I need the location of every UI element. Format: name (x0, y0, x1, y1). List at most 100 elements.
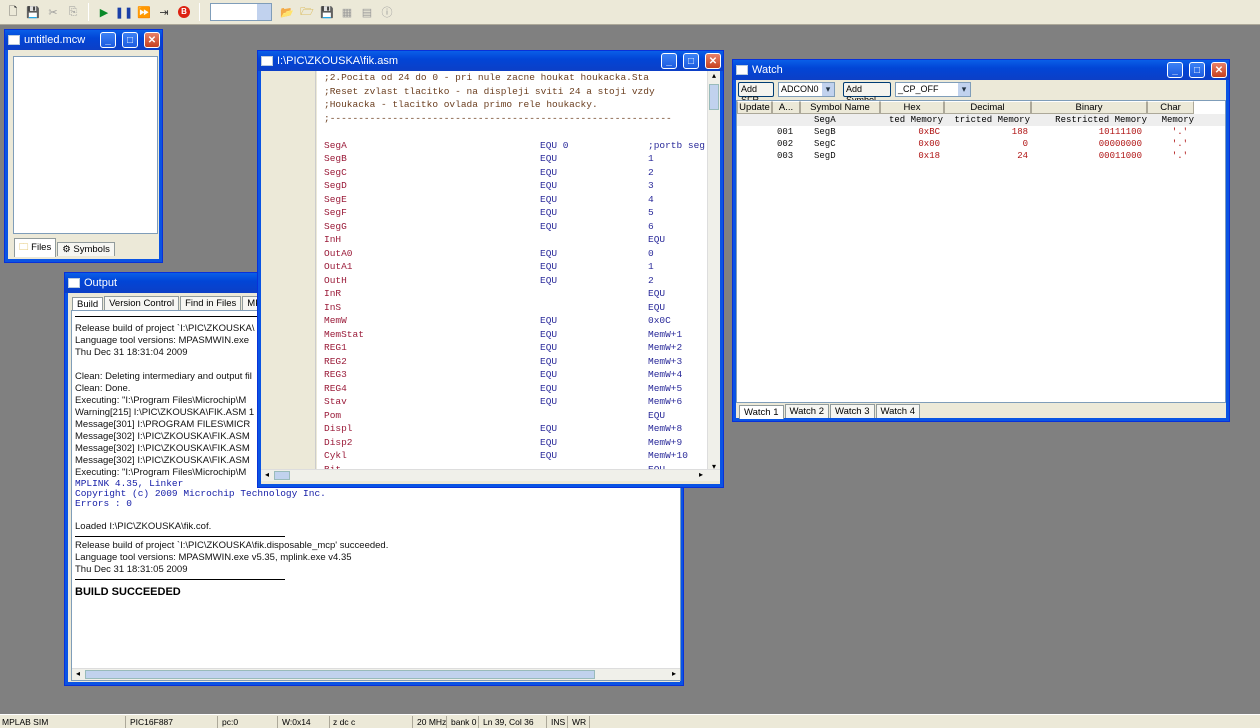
close-button[interactable]: ✕ (144, 32, 160, 48)
new-file-icon[interactable]: 🗋 (4, 3, 22, 21)
tab-watch-1[interactable]: Watch 1 (739, 405, 784, 419)
workspace-tabs: 🗀 Files ⚙ Symbols (14, 237, 115, 257)
col-decimal[interactable]: Decimal (944, 101, 1031, 114)
editor-titlebar[interactable]: I:\PIC\ZKOUSKA\fik.asm _ □ ✕ (258, 51, 723, 71)
workspace-titlebar[interactable]: untitled.mcw _ □ ✕ (5, 30, 162, 50)
animate-icon[interactable]: ⏩ (135, 3, 153, 21)
code-token-b: MemW+8 (648, 423, 683, 434)
open-folder-icon[interactable]: 🗁 (298, 3, 316, 21)
tab-symbols[interactable]: ⚙ Symbols (57, 242, 115, 256)
maximize-button[interactable]: □ (122, 32, 138, 48)
maximize-button[interactable]: □ (1189, 62, 1205, 78)
tab-watch-3[interactable]: Watch 3 (830, 404, 875, 418)
build-config-combo[interactable] (210, 3, 272, 21)
col-address[interactable]: A... (772, 101, 800, 114)
open-project-icon[interactable]: 📂 (278, 3, 296, 21)
workspace-tree[interactable] (13, 56, 158, 234)
add-sfr-button[interactable]: Add SFR (738, 82, 774, 105)
code-token-a: EQU 0 (540, 139, 569, 151)
status-w: W:0x14 (280, 716, 330, 728)
editor-code-area[interactable]: ;2.Pocita od 24 do 0 - pri nule zacne ho… (317, 71, 713, 471)
maximize-button[interactable]: □ (683, 53, 699, 69)
save-project-icon[interactable]: 💾 (318, 3, 336, 21)
info-icon[interactable]: ⓘ (378, 3, 396, 21)
col-update[interactable]: Update (737, 101, 772, 114)
code-token-a: EQU (540, 396, 558, 407)
tab-build[interactable]: Build (72, 297, 104, 311)
code-token-label: SegG (324, 220, 347, 232)
watch-row[interactable]: 003 SegD 0x18 24 00011000 '.' (737, 150, 1225, 162)
scroll-up-arrow[interactable]: ▴ (708, 71, 720, 80)
watch-cell-dec: 24 (1017, 151, 1028, 161)
col-symbol-name[interactable]: Symbol Name (800, 101, 880, 114)
sfr-select[interactable]: ADCON0 (778, 82, 835, 97)
tab-watch-4[interactable]: Watch 4 (875, 404, 920, 418)
code-token-a: EQU (540, 193, 558, 205)
tab-find-in-files[interactable]: Find in Files (180, 296, 242, 310)
watch-row[interactable]: 002 SegC 0x00 0 00000000 '.' (737, 138, 1225, 150)
col-char[interactable]: Char (1147, 101, 1194, 114)
close-button[interactable]: ✕ (705, 53, 721, 69)
code-token-b: MemW+3 (648, 355, 683, 367)
code-comment-line: ;Houkacka - tlacitko ovlada primo rele h… (324, 99, 598, 110)
code-token-b: MemW+6 (648, 396, 683, 407)
close-button[interactable]: ✕ (1211, 62, 1227, 78)
code-token-a: EQU (540, 436, 558, 448)
watch-window: Watch _ □ ✕ Add SFR ADCON0 Add Symbol _C… (733, 60, 1229, 421)
code-token-label: InH (324, 234, 342, 245)
editor-vscrollbar[interactable]: ▴ ▾ (707, 71, 720, 471)
tab-watch-2[interactable]: Watch 2 (784, 404, 829, 418)
code-token-label: REG1 (324, 342, 347, 353)
scroll-right-arrow[interactable]: ▸ (696, 470, 706, 481)
build-icon[interactable]: ▦ (338, 3, 356, 21)
code-token-a: EQU (540, 382, 558, 394)
watch-row-decimal: tricted Memory (954, 115, 1030, 125)
symbol-select[interactable]: _CP_OFF (895, 82, 971, 97)
minimize-button[interactable]: _ (100, 32, 116, 48)
status-debugger: MPLAB SIM (0, 716, 126, 728)
scroll-right-arrow[interactable]: ▸ (669, 669, 679, 680)
separator-line (75, 579, 285, 580)
toolbar-separator (199, 3, 200, 21)
col-hex[interactable]: Hex (880, 101, 944, 114)
breakpoint-icon[interactable]: B (175, 3, 193, 21)
watch-titlebar[interactable]: Watch _ □ ✕ (733, 60, 1229, 80)
minimize-button[interactable]: _ (661, 53, 677, 69)
code-line: Displ EQU MemW+8 (324, 422, 713, 436)
tab-version-control[interactable]: Version Control (104, 296, 180, 310)
watch-cell-hex: 0x00 (918, 139, 940, 149)
add-symbol-button[interactable]: Add Symbol (843, 82, 891, 105)
code-comment-line: ;2.Pocita od 24 do 0 - pri nule zacne ho… (324, 72, 649, 83)
status-pc: pc:0 (220, 716, 278, 728)
watch-cell-name: SegB (814, 127, 836, 137)
minimize-button[interactable]: _ (1167, 62, 1183, 78)
copy-icon[interactable]: ⎘ (64, 3, 82, 21)
watch-row[interactable]: 001 SegB 0xBC 188 10111100 '.' (737, 126, 1225, 138)
scroll-thumb[interactable] (709, 84, 719, 110)
tab-files[interactable]: 🗀 Files (14, 238, 57, 257)
code-line: Cykl EQU MemW+10 (324, 449, 713, 463)
make-icon[interactable]: ▤ (358, 3, 376, 21)
scroll-thumb[interactable] (274, 471, 290, 480)
code-token-a: EQU (540, 207, 558, 218)
run-icon[interactable]: ▶ (95, 3, 113, 21)
scroll-left-arrow[interactable]: ◂ (73, 669, 83, 680)
save-icon[interactable]: 💾 (24, 3, 42, 21)
watch-grid[interactable]: Update A... Symbol Name Hex Decimal Bina… (736, 100, 1226, 403)
code-line: REG2 EQU MemW+3 (324, 355, 713, 369)
code-token-label: SegE (324, 193, 347, 205)
editor-hscrollbar[interactable]: ◂ ▸ (261, 469, 720, 481)
output-hscrollbar[interactable]: ◂ ▸ (72, 668, 680, 680)
step-icon[interactable]: ⇥ (155, 3, 173, 21)
col-binary[interactable]: Binary (1031, 101, 1147, 114)
scroll-thumb[interactable] (85, 670, 595, 679)
watch-cell-bin: 00011000 (1098, 151, 1142, 161)
code-token-label: REG2 (324, 355, 347, 367)
code-token-b: 2 (648, 274, 654, 286)
code-token-label: Disp2 (324, 436, 353, 448)
scroll-left-arrow[interactable]: ◂ (262, 470, 272, 481)
code-token-a: EQU (540, 261, 558, 272)
cut-icon[interactable]: ✂ (44, 3, 62, 21)
halt-icon[interactable]: ❚❚ (115, 3, 133, 21)
code-line: InS EQU (324, 301, 713, 315)
